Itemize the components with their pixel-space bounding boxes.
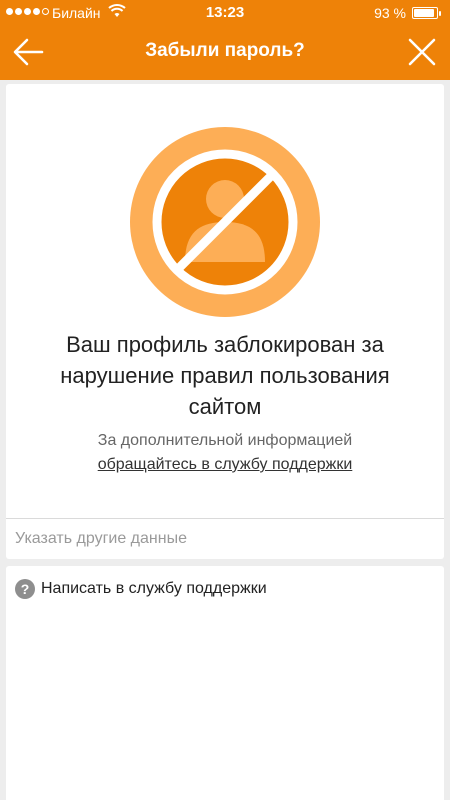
nav-bar: Забыли пароль? [0, 26, 450, 80]
help-card: ? Написать в службу поддержки [6, 566, 444, 800]
write-support-label: Написать в службу поддержки [41, 580, 267, 597]
blocked-subtitle: За дополнительной информацией обращайтес… [46, 429, 404, 477]
app-header: Билайн 13:23 93 % Забыли пароль? [0, 0, 450, 80]
battery-level [414, 9, 435, 17]
support-link[interactable]: обращайтесь в службу поддержки [98, 456, 353, 473]
blocked-card: Ваш профиль заблокирован за нарушение пр… [6, 84, 444, 559]
blocked-title: Ваш профиль заблокирован за нарушение пр… [60, 332, 390, 419]
question-icon: ? [15, 579, 35, 599]
status-bar: Билайн 13:23 93 % [0, 0, 450, 26]
battery-percent: 93 % [374, 5, 406, 21]
divider [6, 518, 444, 519]
close-icon [408, 38, 436, 66]
blocked-profile-icon [130, 127, 320, 317]
subtitle-text: За дополнительной информацией [97, 432, 353, 449]
page-title: Забыли пароль? [145, 40, 305, 61]
close-button[interactable] [404, 34, 440, 70]
write-support-button[interactable]: ? Написать в службу поддержки [15, 578, 267, 600]
battery-icon [412, 7, 441, 19]
other-data-link[interactable]: Указать другие данные [15, 530, 187, 548]
